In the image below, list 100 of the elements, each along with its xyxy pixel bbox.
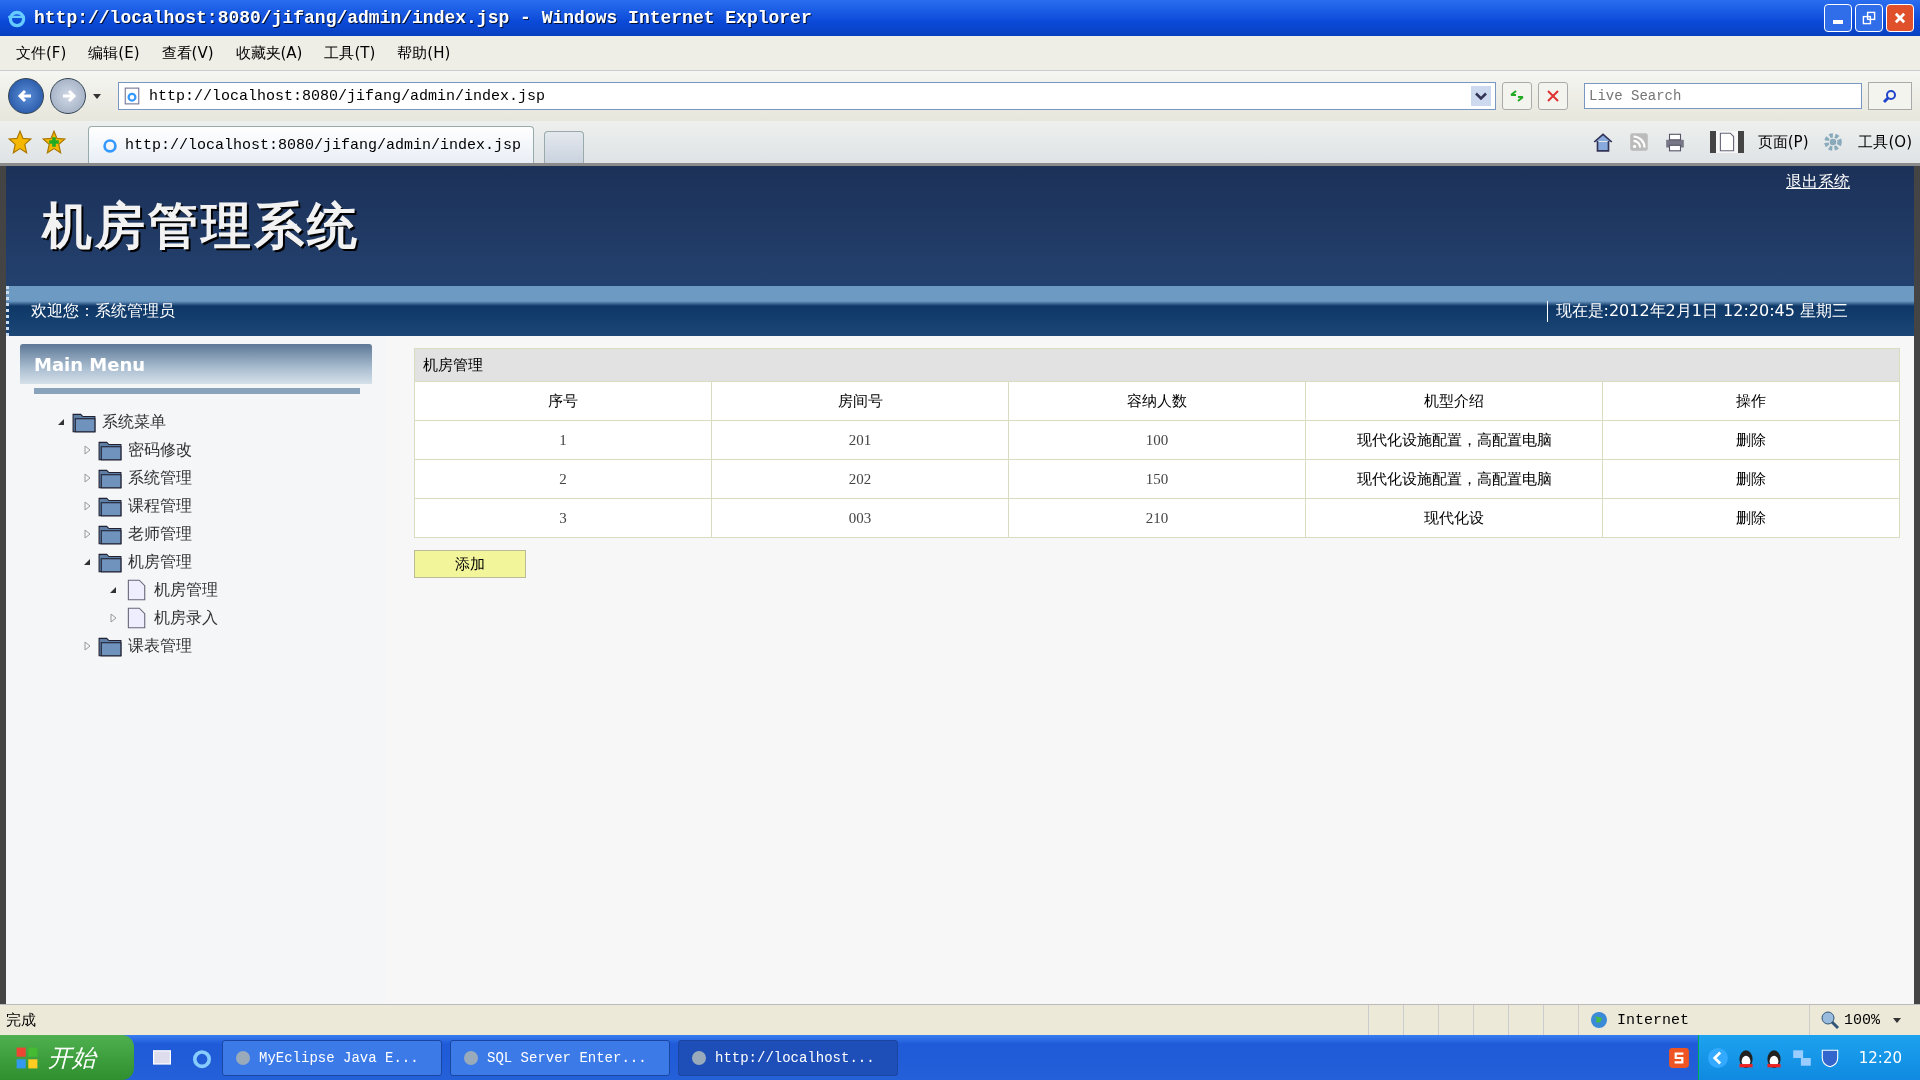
restore-icon xyxy=(1862,11,1876,25)
expanded-triangle-icon[interactable] xyxy=(56,417,66,427)
minimize-icon xyxy=(1833,20,1843,24)
table-cell: 201 xyxy=(711,420,1009,460)
table-cell: 003 xyxy=(711,498,1009,538)
restore-button[interactable] xyxy=(1855,4,1883,32)
delete-link[interactable]: 删除 xyxy=(1602,420,1900,460)
logout-link[interactable]: 退出系统 xyxy=(1786,172,1850,193)
close-icon xyxy=(1893,11,1907,25)
tree-item[interactable]: 系统管理 xyxy=(128,467,192,489)
dropdown-caret-icon[interactable] xyxy=(1471,86,1491,106)
clock: 12:20 xyxy=(1858,1048,1902,1067)
tools-menu[interactable]: 工具(O) xyxy=(1858,132,1912,152)
address-field[interactable]: http://localhost:8080/jifang/admin/index.jsp xyxy=(147,86,1465,106)
chevron-icon[interactable] xyxy=(1706,1046,1729,1069)
tree-item[interactable]: 机房管理 xyxy=(154,579,218,601)
refresh-arrows-icon xyxy=(1509,88,1525,104)
collapsed-triangle-icon[interactable] xyxy=(82,641,92,651)
folder-icon xyxy=(98,635,122,657)
back-button[interactable] xyxy=(8,78,44,114)
browser-tab[interactable]: http://localhost:8080/jifang/admin/index.jsp xyxy=(88,126,535,163)
forward-button[interactable] xyxy=(50,78,86,114)
table-cell: 210 xyxy=(1008,498,1306,538)
collapsed-triangle-icon[interactable] xyxy=(82,445,92,455)
globe-icon xyxy=(1589,1010,1609,1030)
search-icon xyxy=(1882,88,1898,104)
search-button[interactable] xyxy=(1868,82,1912,110)
zone-text: Internet xyxy=(1617,1011,1689,1029)
refresh-button[interactable] xyxy=(1502,82,1532,110)
folder-icon xyxy=(98,467,122,489)
table-cell: 1 xyxy=(414,420,712,460)
folder-icon xyxy=(72,411,96,433)
column-header: 机型介绍 xyxy=(1305,381,1603,421)
close-button[interactable] xyxy=(1886,4,1914,32)
table-cell: 现代化设 xyxy=(1305,498,1603,538)
printer-icon[interactable] xyxy=(1663,131,1686,153)
minimize-button[interactable] xyxy=(1824,4,1852,32)
expanded-triangle-icon[interactable] xyxy=(82,557,92,567)
input-method-icon[interactable] xyxy=(1667,1046,1690,1069)
column-header: 操作 xyxy=(1602,381,1900,421)
expanded-triangle-icon[interactable] xyxy=(108,585,118,595)
tree-item[interactable]: 系统菜单 xyxy=(102,411,166,433)
dropdown-caret-icon[interactable] xyxy=(1892,1015,1902,1025)
tree-item[interactable]: 机房管理 xyxy=(128,551,192,573)
delete-link[interactable]: 删除 xyxy=(1602,459,1900,499)
folder-icon xyxy=(98,523,122,545)
tree-item[interactable]: 机房录入 xyxy=(154,607,218,629)
datetime-text: 现在是:2012年2月1日 12:20:45 星期三 xyxy=(1546,300,1848,322)
home-icon[interactable] xyxy=(1591,131,1614,153)
column-header: 序号 xyxy=(414,381,712,421)
menu-item[interactable]: 帮助(H) xyxy=(397,43,451,63)
column-header: 容纳人数 xyxy=(1008,381,1306,421)
table-cell: 150 xyxy=(1008,459,1306,499)
search-field[interactable]: Live Search xyxy=(1584,83,1862,109)
gear-icon xyxy=(1822,131,1845,153)
folder-icon xyxy=(98,439,122,461)
system-title: 机房管理系统 xyxy=(42,196,360,256)
dropdown-caret-icon[interactable] xyxy=(92,91,102,101)
menu-item[interactable]: 编辑(E) xyxy=(88,43,140,63)
welcome-text: 欢迎您：系统管理员 xyxy=(31,300,175,322)
table-cell: 现代化设施配置，高配置电脑 xyxy=(1305,459,1603,499)
tree-item[interactable]: 课程管理 xyxy=(128,495,192,517)
taskbar-button[interactable]: MyEclipse Java E... xyxy=(222,1039,442,1076)
tree-item[interactable]: 课表管理 xyxy=(128,635,192,657)
table-cell: 2 xyxy=(414,459,712,499)
address-bar[interactable]: http://localhost:8080/jifang/admin/index.jsp xyxy=(118,82,1496,110)
delete-link[interactable]: 删除 xyxy=(1602,498,1900,538)
folder-icon xyxy=(98,495,122,517)
add-favorite-icon[interactable] xyxy=(42,130,66,154)
menu-item[interactable]: 查看(V) xyxy=(161,43,214,63)
table-cell: 现代化设施配置，高配置电脑 xyxy=(1305,420,1603,460)
page-icon xyxy=(123,87,141,105)
tree-item[interactable]: 老师管理 xyxy=(128,523,192,545)
stop-x-icon xyxy=(1545,88,1561,104)
menu-item[interactable]: 工具(T) xyxy=(324,43,376,63)
menu-item[interactable]: 文件(F) xyxy=(16,43,67,63)
table-cell: 100 xyxy=(1008,420,1306,460)
folder-icon xyxy=(98,551,122,573)
menu-item[interactable]: 收藏夹(A) xyxy=(235,43,303,63)
zoom-level[interactable]: 100% xyxy=(1844,1011,1880,1029)
column-header: 房间号 xyxy=(711,381,1009,421)
collapsed-triangle-icon[interactable] xyxy=(82,473,92,483)
taskbar-button[interactable]: http://localhost... xyxy=(678,1039,898,1076)
page-menu[interactable]: 页面(P) xyxy=(1757,132,1809,152)
menu-title: Main Menu xyxy=(34,353,146,375)
table-cell: 202 xyxy=(711,459,1009,499)
table-cell: 3 xyxy=(414,498,712,538)
zoom-icon[interactable] xyxy=(1820,1010,1840,1030)
collapsed-triangle-icon[interactable] xyxy=(82,501,92,511)
table-title: 机房管理 xyxy=(414,348,1900,382)
stop-button[interactable] xyxy=(1538,82,1568,110)
browser-icon xyxy=(101,136,119,154)
taskbar-button[interactable]: SQL Server Enter... xyxy=(450,1039,670,1076)
window-title: http://localhost:8080/jifang/admin/index.jsp - Windows Internet Explorer xyxy=(34,8,812,28)
collapsed-triangle-icon[interactable] xyxy=(82,529,92,539)
tree-item[interactable]: 密码修改 xyxy=(128,439,192,461)
status-text: 完成 xyxy=(5,1010,36,1030)
star-icon[interactable] xyxy=(8,130,32,154)
add-button[interactable]: 添加 xyxy=(414,550,526,578)
collapsed-triangle-icon[interactable] xyxy=(108,613,118,623)
